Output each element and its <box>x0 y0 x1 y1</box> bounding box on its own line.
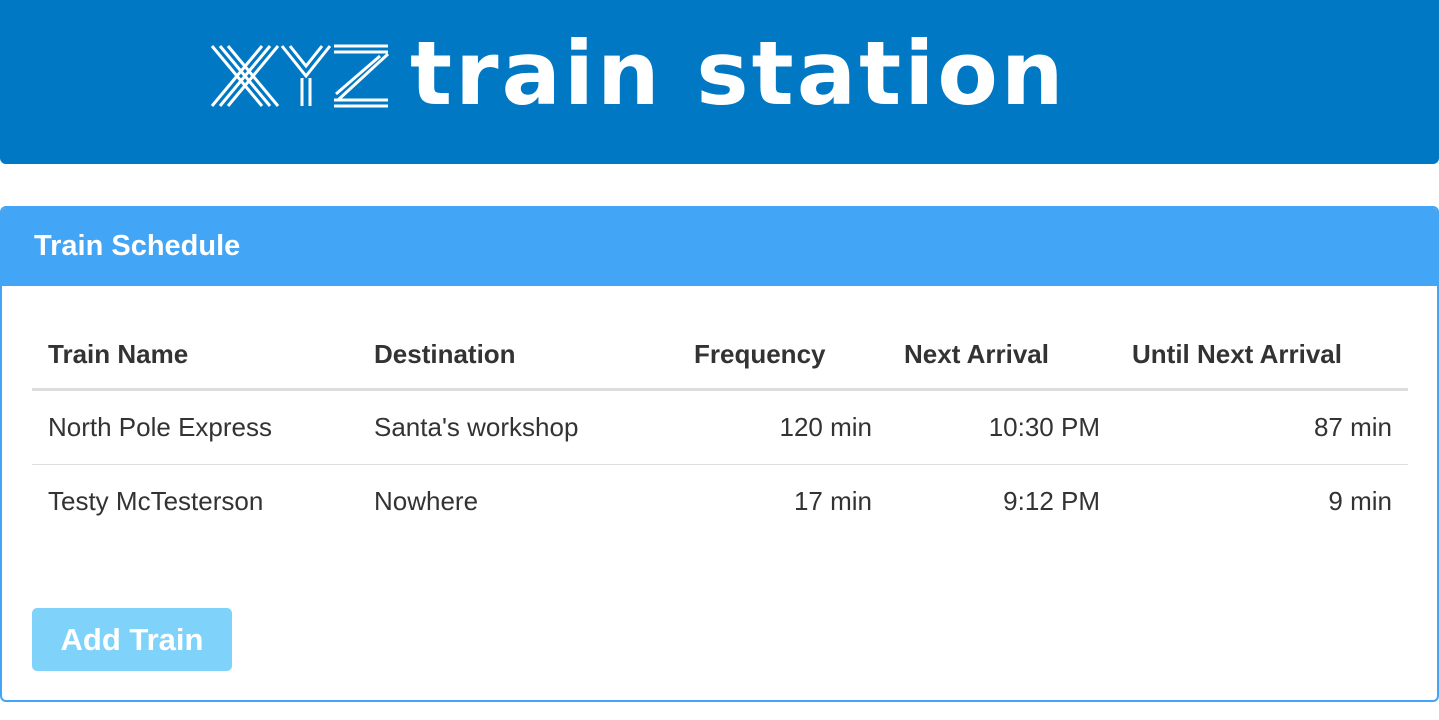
column-header-until-next-arrival: Until Next Arrival <box>1116 320 1408 391</box>
column-header-train-name: Train Name <box>32 320 358 391</box>
xyz-logo-mark <box>210 44 390 108</box>
cell-frequency: 17 min <box>678 464 888 538</box>
cell-until-next-arrival: 9 min <box>1116 464 1408 538</box>
table-header-row: Train Name Destination Frequency Next Ar… <box>32 320 1408 391</box>
panel-heading: Train Schedule <box>2 208 1437 286</box>
add-train-button[interactable]: Add Train <box>32 608 232 671</box>
cell-frequency: 120 min <box>779 412 873 442</box>
cell-destination: Nowhere <box>358 464 678 538</box>
site-logo: train station <box>210 26 1220 122</box>
cell-until-next-arrival: 87 min <box>1313 412 1392 442</box>
cell-train-name: North Pole Express <box>48 412 272 442</box>
column-header-next-arrival: Next Arrival <box>888 320 1116 391</box>
table-row: Testy McTesterson Nowhere 17 min 9:12 PM… <box>32 464 1408 538</box>
panel-title: Train Schedule <box>34 230 241 262</box>
cell-train-name: Testy McTesterson <box>32 464 358 538</box>
logo-wordmark: train station <box>410 22 1067 125</box>
table-row: North Pole Express Santa's workshop 120 … <box>32 390 1408 465</box>
schedule-panel: Train Schedule Train Name Destination Fr… <box>0 206 1439 702</box>
cell-next-arrival: 9:12 PM <box>888 464 1116 538</box>
cell-next-arrival: 10:30 PM <box>988 412 1100 442</box>
cell-destination: Santa's workshop <box>374 412 579 442</box>
column-header-frequency: Frequency <box>678 320 888 391</box>
column-header-destination: Destination <box>358 320 678 391</box>
schedule-table: Train Name Destination Frequency Next Ar… <box>32 320 1408 538</box>
header-banner: train station <box>0 0 1439 164</box>
